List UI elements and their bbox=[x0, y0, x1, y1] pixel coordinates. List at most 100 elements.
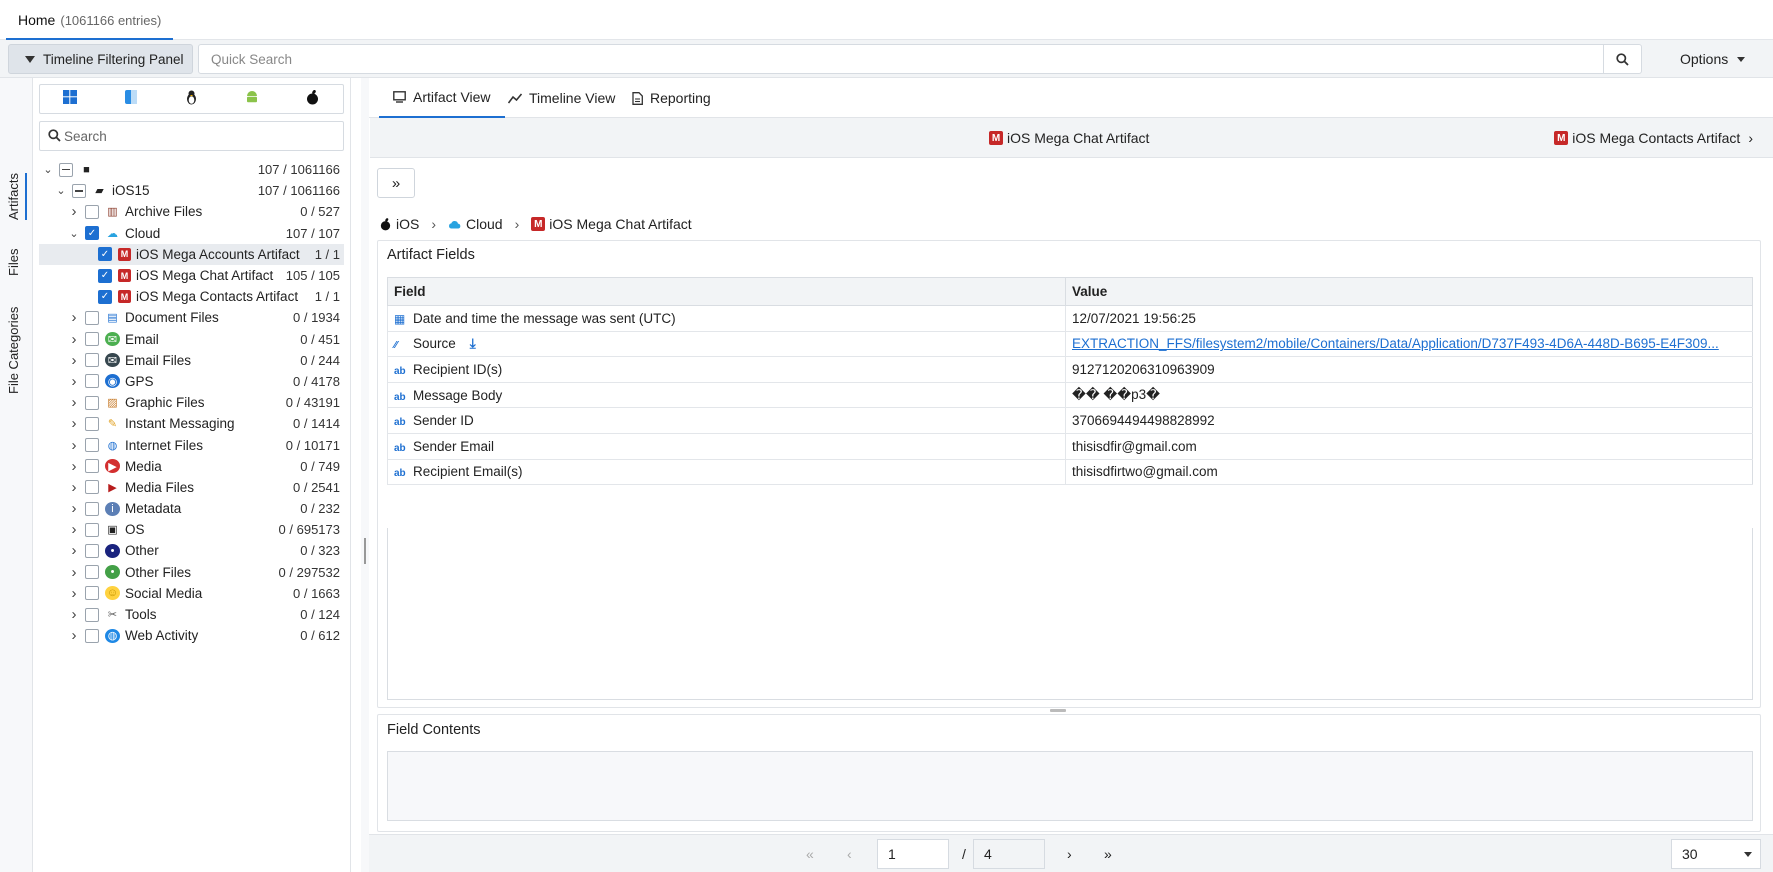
tree-row[interactable]: › ◍ Web Activity 0 / 612 bbox=[39, 625, 344, 646]
table-row[interactable]: ab Sender Email thisisdfir@gmail.com bbox=[387, 433, 1753, 460]
next-page-button[interactable]: › bbox=[1067, 835, 1072, 872]
tree-checkbox[interactable] bbox=[85, 438, 99, 453]
options-dropdown[interactable]: Options bbox=[1680, 44, 1746, 74]
column-header-value[interactable]: Value bbox=[1065, 277, 1753, 306]
table-row[interactable]: ab Sender ID 3706694494498828992 bbox=[387, 407, 1753, 434]
table-row[interactable]: ⁄⁄ Source ⤓ EXTRACTION_FFS/filesystem2/mobi… bbox=[387, 331, 1753, 358]
tree-row[interactable]: › • Other Files 0 / 297532 bbox=[39, 562, 344, 583]
tree-row[interactable]: › ▣ OS 0 / 695173 bbox=[39, 519, 344, 540]
tree-checkbox[interactable] bbox=[85, 565, 99, 580]
tree-checkbox[interactable] bbox=[59, 162, 73, 177]
quick-search-button[interactable] bbox=[1603, 45, 1641, 73]
last-page-button[interactable]: » bbox=[1104, 835, 1112, 872]
tree-checkbox[interactable] bbox=[85, 332, 99, 347]
tab-artifacts[interactable]: Artifacts bbox=[6, 173, 21, 220]
tree-row[interactable]: › ▨ Graphic Files 0 / 43191 bbox=[39, 392, 344, 413]
android-icon[interactable] bbox=[242, 90, 262, 108]
chevron-right-icon[interactable]: › bbox=[67, 479, 81, 496]
chevron-right-icon[interactable]: › bbox=[67, 521, 81, 538]
tree-checkbox[interactable] bbox=[85, 459, 99, 474]
tree-checkbox[interactable]: ✓ bbox=[85, 226, 99, 241]
tree-row[interactable]: ✓ MiOS Mega Accounts Artifact 1 / 1 bbox=[39, 243, 344, 265]
horizontal-splitter[interactable] bbox=[1050, 709, 1066, 712]
tree-checkbox[interactable] bbox=[85, 204, 99, 219]
tree-row[interactable]: › ◉ GPS 0 / 4178 bbox=[39, 371, 344, 392]
timeline-filtering-panel-button[interactable]: Timeline Filtering Panel bbox=[8, 44, 193, 74]
tab-artifact-view[interactable]: Artifact View bbox=[379, 78, 505, 118]
tree-checkbox[interactable] bbox=[85, 543, 99, 558]
column-header-field[interactable]: Field bbox=[387, 277, 1066, 306]
tree-checkbox[interactable]: ✓ bbox=[98, 247, 112, 262]
chevron-right-icon[interactable]: › bbox=[67, 394, 81, 411]
tree-row[interactable]: › ▥ Archive Files 0 / 527 bbox=[39, 201, 344, 222]
source-path-link[interactable]: EXTRACTION_FFS/filesystem2/mobile/Contai… bbox=[1072, 336, 1719, 351]
chevron-right-icon[interactable]: › bbox=[67, 542, 81, 559]
next-artifact-link[interactable]: M iOS Mega Contacts Artifact › bbox=[1554, 118, 1753, 158]
tree-checkbox[interactable] bbox=[85, 522, 99, 537]
tree-checkbox[interactable] bbox=[85, 586, 99, 601]
chevron-down-icon[interactable]: ⌄ bbox=[54, 184, 68, 197]
tree-checkbox[interactable]: ✓ bbox=[98, 268, 112, 283]
chevron-right-icon[interactable]: › bbox=[67, 585, 81, 602]
tab-reporting[interactable]: Reporting bbox=[618, 78, 725, 118]
tree-row[interactable]: › ✎ Instant Messaging 0 / 1414 bbox=[39, 413, 344, 434]
chevron-right-icon[interactable]: › bbox=[67, 309, 81, 326]
tab-timeline-view[interactable]: Timeline View bbox=[494, 78, 629, 118]
tree-checkbox[interactable]: ✓ bbox=[98, 289, 112, 304]
apple-icon[interactable] bbox=[303, 89, 323, 109]
tab-files[interactable]: Files bbox=[6, 249, 21, 276]
prev-page-button[interactable]: ‹ bbox=[847, 835, 852, 872]
table-row[interactable]: ▦ Date and time the message was sent (UTC… bbox=[387, 305, 1753, 332]
chevron-right-icon[interactable]: › bbox=[67, 458, 81, 475]
tree-row[interactable]: ✓ MiOS Mega Chat Artifact 105 / 105 bbox=[39, 265, 344, 286]
tree-row[interactable]: › ▶ Media Files 0 / 2541 bbox=[39, 477, 344, 498]
tree-checkbox[interactable] bbox=[85, 310, 99, 325]
table-row[interactable]: ab Recipient Email(s) thisisdfirtwo@gmail.… bbox=[387, 459, 1753, 486]
download-icon[interactable]: ⤓ bbox=[470, 336, 476, 351]
tree-checkbox[interactable] bbox=[72, 183, 86, 198]
tree-row[interactable]: › ▶ Media 0 / 749 bbox=[39, 456, 344, 477]
tree-row[interactable]: › ✂ Tools 0 / 124 bbox=[39, 604, 344, 625]
tree-row[interactable]: › i Metadata 0 / 232 bbox=[39, 498, 344, 519]
tree-checkbox[interactable] bbox=[85, 607, 99, 622]
tree-row[interactable]: ⌄ ■ 107 / 1061166 bbox=[39, 159, 344, 180]
tree-checkbox[interactable] bbox=[85, 374, 99, 389]
breadcrumb-artifact[interactable]: iOS Mega Chat Artifact bbox=[549, 216, 691, 232]
tree-row[interactable]: ⌄ ✓ ☁ Cloud 107 / 107 bbox=[39, 223, 344, 244]
breadcrumb-cloud[interactable]: Cloud bbox=[466, 216, 503, 232]
chevron-down-icon[interactable]: ⌄ bbox=[41, 163, 55, 176]
chevron-right-icon[interactable]: › bbox=[67, 373, 81, 390]
chevron-right-icon[interactable]: › bbox=[67, 203, 81, 220]
chevron-right-icon[interactable]: › bbox=[67, 352, 81, 369]
tree-checkbox[interactable] bbox=[85, 628, 99, 643]
tree-checkbox[interactable] bbox=[85, 353, 99, 368]
chevron-right-icon[interactable]: › bbox=[67, 564, 81, 581]
table-row[interactable]: ab Recipient ID(s) 9127120206310963909 bbox=[387, 356, 1753, 383]
tree-row[interactable]: › ✉ Email Files 0 / 244 bbox=[39, 350, 344, 371]
tree-row[interactable]: › ✉ Email 0 / 451 bbox=[39, 329, 344, 350]
chevron-right-icon[interactable]: › bbox=[67, 500, 81, 517]
chevron-right-icon[interactable]: › bbox=[67, 415, 81, 432]
chevron-right-icon[interactable]: › bbox=[67, 437, 81, 454]
panel-splitter[interactable] bbox=[361, 78, 369, 872]
windows-icon[interactable] bbox=[60, 90, 80, 108]
tree-checkbox[interactable] bbox=[85, 480, 99, 495]
breadcrumb-ios[interactable]: iOS bbox=[396, 216, 419, 232]
first-page-button[interactable]: « bbox=[806, 835, 814, 872]
tree-checkbox[interactable] bbox=[85, 501, 99, 516]
tab-file-categories[interactable]: File Categories bbox=[6, 307, 21, 394]
quick-search-input[interactable] bbox=[199, 45, 1589, 73]
chevron-right-icon[interactable]: › bbox=[67, 606, 81, 623]
chevron-down-icon[interactable]: ⌄ bbox=[67, 227, 81, 240]
splitter-grip[interactable] bbox=[364, 538, 366, 564]
tree-checkbox[interactable] bbox=[85, 395, 99, 410]
tree-search-input[interactable] bbox=[64, 122, 334, 150]
chevron-right-icon[interactable]: › bbox=[67, 331, 81, 348]
page-number-input[interactable]: 1 bbox=[877, 839, 949, 869]
expand-panel-button[interactable]: » bbox=[377, 168, 415, 198]
tree-row[interactable]: ✓ MiOS Mega Contacts Artifact 1 / 1 bbox=[39, 286, 344, 307]
page-size-select[interactable]: 30 bbox=[1671, 839, 1761, 869]
table-row[interactable]: ab Message Body �� ��p3� bbox=[387, 382, 1753, 409]
tree-checkbox[interactable] bbox=[85, 416, 99, 431]
tree-row[interactable]: › ◍ Internet Files 0 / 10171 bbox=[39, 434, 344, 455]
